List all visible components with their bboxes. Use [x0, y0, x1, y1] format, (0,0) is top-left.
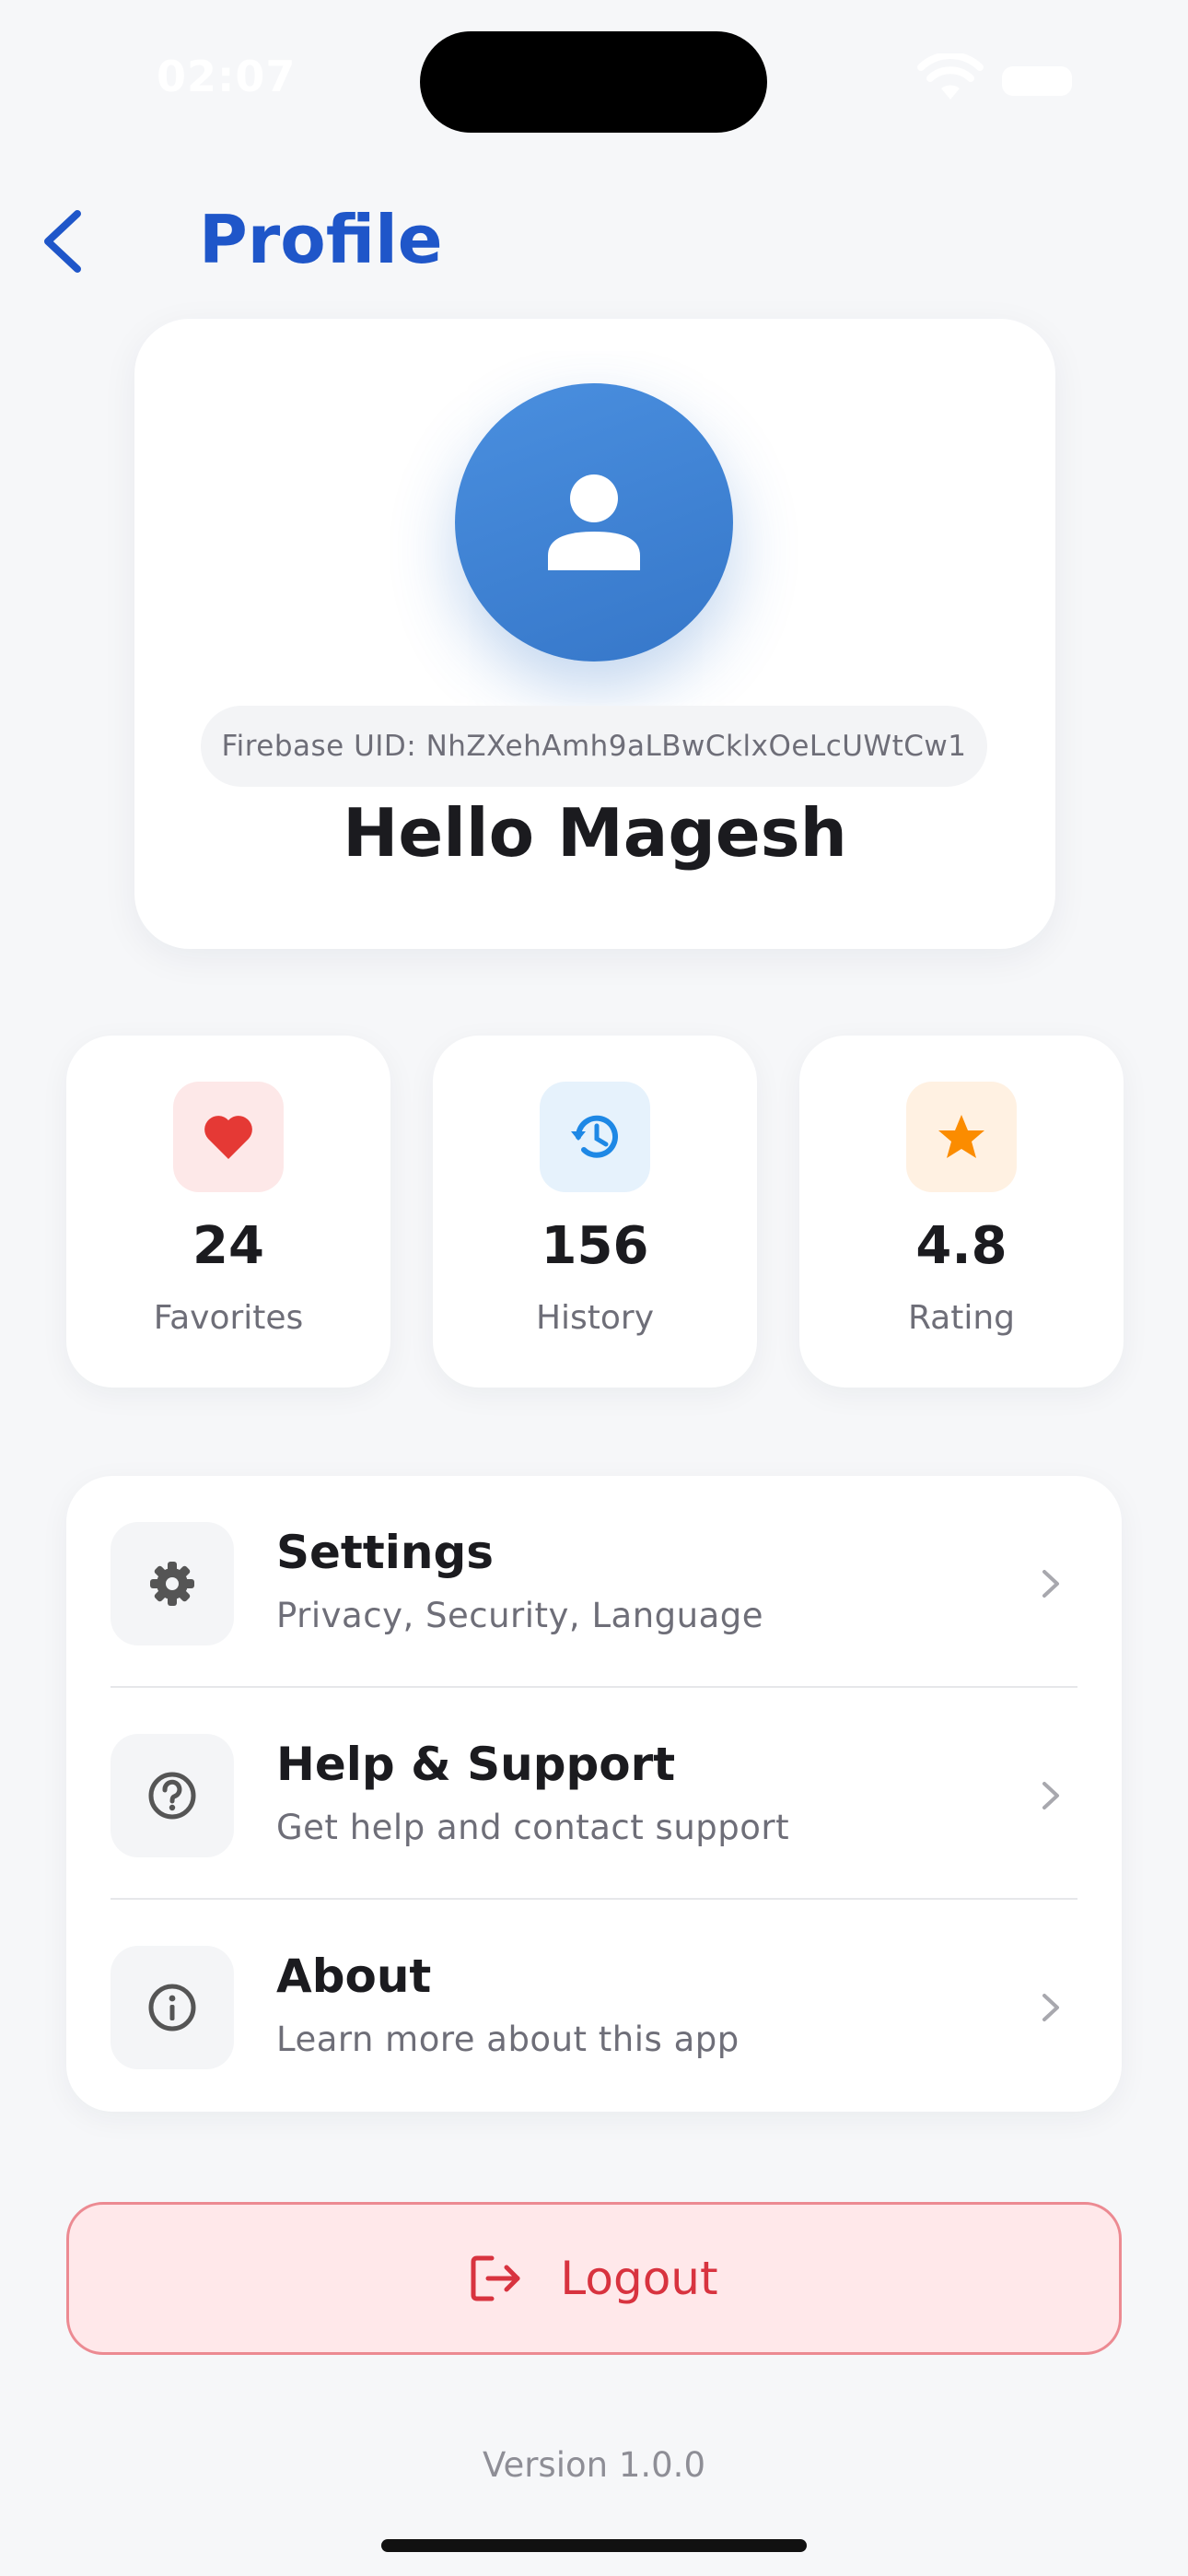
gear-icon	[150, 1562, 194, 1606]
battery-icon	[1002, 66, 1072, 96]
rating-value: 4.8	[915, 1216, 1007, 1276]
menu-item-about[interactable]: About Learn more about this app	[66, 1900, 1122, 2112]
about-subtitle: Learn more about this app	[276, 2020, 740, 2059]
settings-menu: Settings Privacy, Security, Language Hel…	[66, 1476, 1122, 2112]
rating-label: Rating	[907, 1299, 1016, 1337]
help-circle-icon	[148, 1772, 196, 1820]
help-support-title: Help & Support	[276, 1738, 676, 1791]
favorites-icon-box	[173, 1082, 284, 1192]
history-icon-box	[540, 1082, 650, 1192]
heart-icon	[204, 1116, 252, 1159]
chevron-right-icon	[1042, 1570, 1059, 1598]
history-icon	[571, 1115, 618, 1158]
back-chevron-icon[interactable]	[37, 205, 88, 278]
chevron-right-icon	[1042, 1782, 1059, 1809]
home-indicator[interactable]	[381, 2539, 807, 2552]
avatar[interactable]	[455, 383, 733, 662]
stat-card-rating[interactable]: 4.8 Rating	[799, 1036, 1124, 1388]
help-support-subtitle: Get help and contact support	[276, 1808, 790, 1847]
wifi-icon	[917, 53, 984, 100]
page-title: Profile	[199, 201, 443, 278]
greeting-heading: Hello Magesh	[343, 794, 847, 872]
dynamic-island	[420, 31, 767, 133]
settings-icon-box	[111, 1522, 234, 1645]
favorites-label: Favorites	[153, 1299, 304, 1337]
about-icon-box	[111, 1946, 234, 2069]
history-count: 156	[541, 1216, 649, 1276]
logout-label: Logout	[560, 2252, 718, 2305]
firebase-uid-badge: Firebase UID: NhZXehAmh9aLBwCklxOeLcUWtC…	[201, 706, 987, 787]
history-label: History	[535, 1299, 655, 1337]
person-icon	[548, 474, 640, 570]
menu-item-help-support[interactable]: Help & Support Get help and contact supp…	[66, 1688, 1122, 1900]
settings-subtitle: Privacy, Security, Language	[276, 1596, 764, 1635]
version-text: Version 1.0.0	[483, 2445, 705, 2485]
rating-icon-box	[906, 1082, 1017, 1192]
help-icon-box	[111, 1734, 234, 1857]
info-circle-icon	[148, 1984, 196, 2032]
settings-title: Settings	[276, 1526, 495, 1579]
menu-item-settings[interactable]: Settings Privacy, Security, Language	[66, 1476, 1122, 1688]
logout-icon	[471, 2255, 520, 2301]
stat-card-favorites[interactable]: 24 Favorites	[66, 1036, 390, 1388]
logout-button[interactable]: Logout	[66, 2202, 1122, 2355]
favorites-count: 24	[192, 1216, 264, 1276]
chevron-right-icon	[1042, 1994, 1059, 2021]
status-time: 02:07	[157, 52, 297, 101]
about-title: About	[276, 1950, 432, 2003]
stat-card-history[interactable]: 156 History	[433, 1036, 757, 1388]
star-icon	[938, 1115, 984, 1158]
